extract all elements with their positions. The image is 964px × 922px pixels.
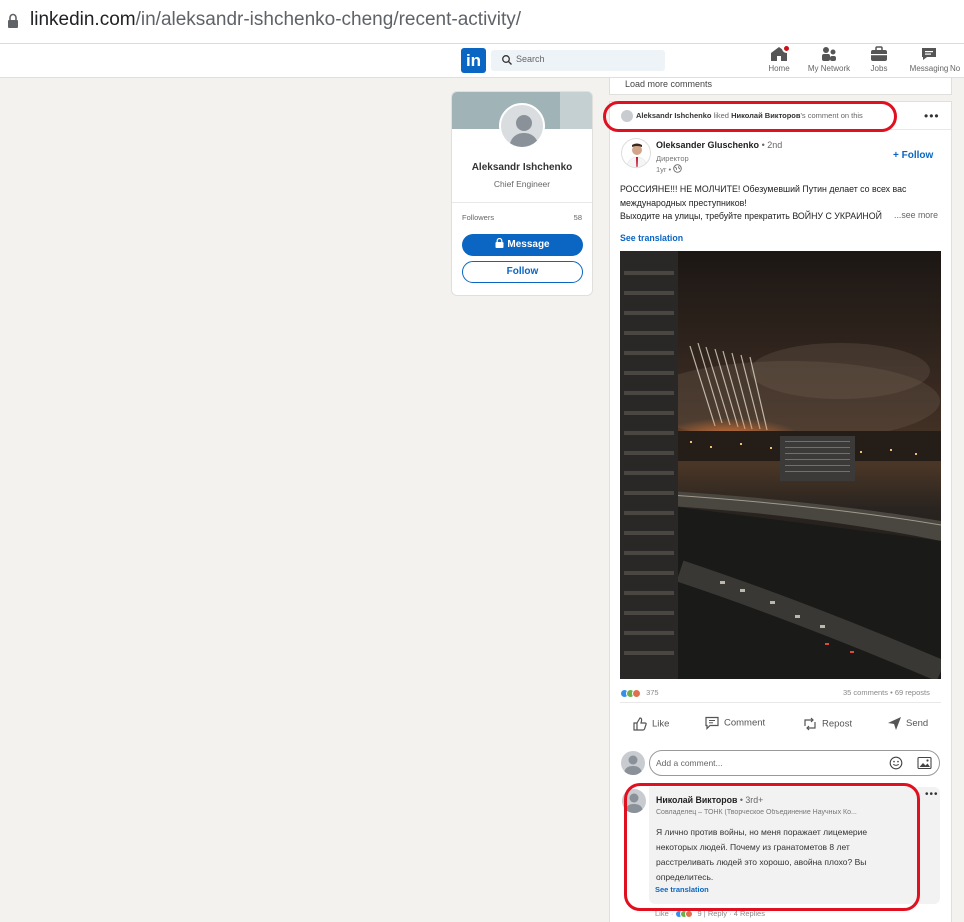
profile-card: Aleksandr Ishchenko Chief Engineer Follo… bbox=[451, 91, 593, 296]
activity-header: Aleksandr Ishchenko liked Николай Виктор… bbox=[621, 110, 863, 122]
globe-icon bbox=[673, 164, 682, 173]
search-input[interactable]: Search bbox=[491, 50, 665, 71]
commenter-name[interactable]: Николай Викторов • 3rd+ bbox=[656, 795, 763, 805]
post-stats[interactable]: 35 comments • 69 reposts bbox=[843, 688, 930, 697]
notification-badge bbox=[782, 44, 791, 53]
load-more-comments[interactable]: Load more comments bbox=[625, 79, 712, 89]
messaging-icon bbox=[920, 46, 938, 62]
like-button[interactable]: Like bbox=[632, 716, 669, 732]
nav-jobs[interactable]: Jobs bbox=[853, 46, 905, 73]
night-city-photo bbox=[620, 251, 941, 679]
comment-more-options-icon[interactable]: ••• bbox=[925, 789, 939, 800]
see-translation-link[interactable]: See translation bbox=[620, 233, 683, 243]
comment-actions: Like · 9 | Reply · 4 Replies bbox=[655, 909, 765, 919]
comment-reply-button[interactable]: Reply bbox=[708, 909, 727, 918]
nav-notifications[interactable]: No bbox=[950, 46, 964, 73]
divider bbox=[452, 202, 592, 203]
love-reaction-icon bbox=[632, 688, 641, 698]
profile-avatar[interactable] bbox=[499, 103, 545, 149]
commenter-avatar[interactable] bbox=[622, 789, 646, 813]
search-placeholder: Search bbox=[516, 54, 545, 64]
more-options-icon[interactable]: ••• bbox=[924, 109, 940, 123]
comment-text: Я лично против войны, но меня поражает л… bbox=[656, 827, 868, 882]
thumbs-up-icon bbox=[633, 717, 647, 731]
send-button[interactable]: Send bbox=[887, 716, 928, 731]
follow-author-button[interactable]: + Follow bbox=[893, 150, 933, 161]
lock-icon bbox=[8, 13, 18, 28]
divider bbox=[620, 702, 941, 703]
activity-target[interactable]: Николай Викторов bbox=[731, 111, 800, 120]
profile-name[interactable]: Aleksandr Ishchenko bbox=[452, 162, 592, 173]
author-avatar[interactable] bbox=[621, 138, 651, 168]
profile-title: Chief Engineer bbox=[493, 179, 551, 189]
post-author-subtitle: Директор bbox=[656, 154, 689, 163]
linkedin-navbar: in Search Home My Network Jobs Messaging bbox=[0, 44, 964, 78]
actor-avatar[interactable] bbox=[621, 110, 633, 122]
url-text[interactable]: linkedin.com/in/aleksandr-ishchenko-chen… bbox=[30, 9, 521, 31]
briefcase-icon bbox=[870, 46, 888, 62]
home-icon bbox=[770, 44, 791, 62]
url-domain: linkedin.com bbox=[30, 9, 136, 30]
message-button[interactable]: Message bbox=[462, 234, 583, 256]
repost-icon bbox=[804, 717, 816, 731]
comment-reaction-count: 9 bbox=[697, 909, 702, 918]
nav-home[interactable]: Home bbox=[753, 44, 805, 73]
repost-button[interactable]: Repost bbox=[802, 716, 852, 732]
comment-replies-count[interactable]: 4 Replies bbox=[734, 909, 765, 918]
love-reaction-icon bbox=[685, 910, 694, 919]
commenter-subtitle: Совладелец – ТОНК (Творческое Объединени… bbox=[656, 809, 857, 816]
lock-icon bbox=[495, 237, 504, 248]
comment-like-button[interactable]: Like bbox=[655, 909, 669, 918]
nav-messaging[interactable]: Messaging bbox=[903, 46, 955, 73]
see-more-link[interactable]: ...see more bbox=[892, 210, 939, 220]
activity-actor[interactable]: Aleksandr Ishchenko bbox=[636, 111, 711, 120]
post-image[interactable] bbox=[620, 251, 941, 679]
browser-address-bar[interactable]: linkedin.com/in/aleksandr-ishchenko-chen… bbox=[0, 0, 964, 44]
nav-my-network[interactable]: My Network bbox=[803, 46, 855, 73]
notifications-icon bbox=[950, 46, 964, 62]
post-author[interactable]: Oleksander Gluschenko • 2nd bbox=[656, 140, 782, 150]
post-timestamp: 1yr • bbox=[656, 164, 682, 174]
comment-button[interactable]: Comment bbox=[704, 716, 765, 730]
followers-count: 58 bbox=[573, 213, 582, 222]
emoji-icon[interactable] bbox=[889, 756, 903, 770]
follow-button[interactable]: Follow bbox=[462, 261, 583, 283]
search-icon bbox=[502, 55, 512, 65]
current-user-avatar[interactable] bbox=[621, 751, 645, 775]
divider bbox=[610, 129, 951, 130]
send-icon bbox=[888, 717, 901, 730]
url-path: /in/aleksandr-ishchenko-cheng/recent-act… bbox=[135, 9, 522, 30]
add-comment-input[interactable]: Add a comment... bbox=[649, 750, 940, 776]
linkedin-logo[interactable]: in bbox=[461, 48, 486, 73]
feed-separator bbox=[609, 94, 952, 102]
network-icon bbox=[820, 46, 838, 62]
followers-label: Followers bbox=[462, 213, 495, 222]
image-icon[interactable] bbox=[917, 756, 932, 770]
comment-icon bbox=[705, 716, 719, 730]
comment-see-translation-link[interactable]: See translation bbox=[655, 885, 709, 894]
reactions-summary[interactable]: 375 bbox=[620, 688, 659, 698]
